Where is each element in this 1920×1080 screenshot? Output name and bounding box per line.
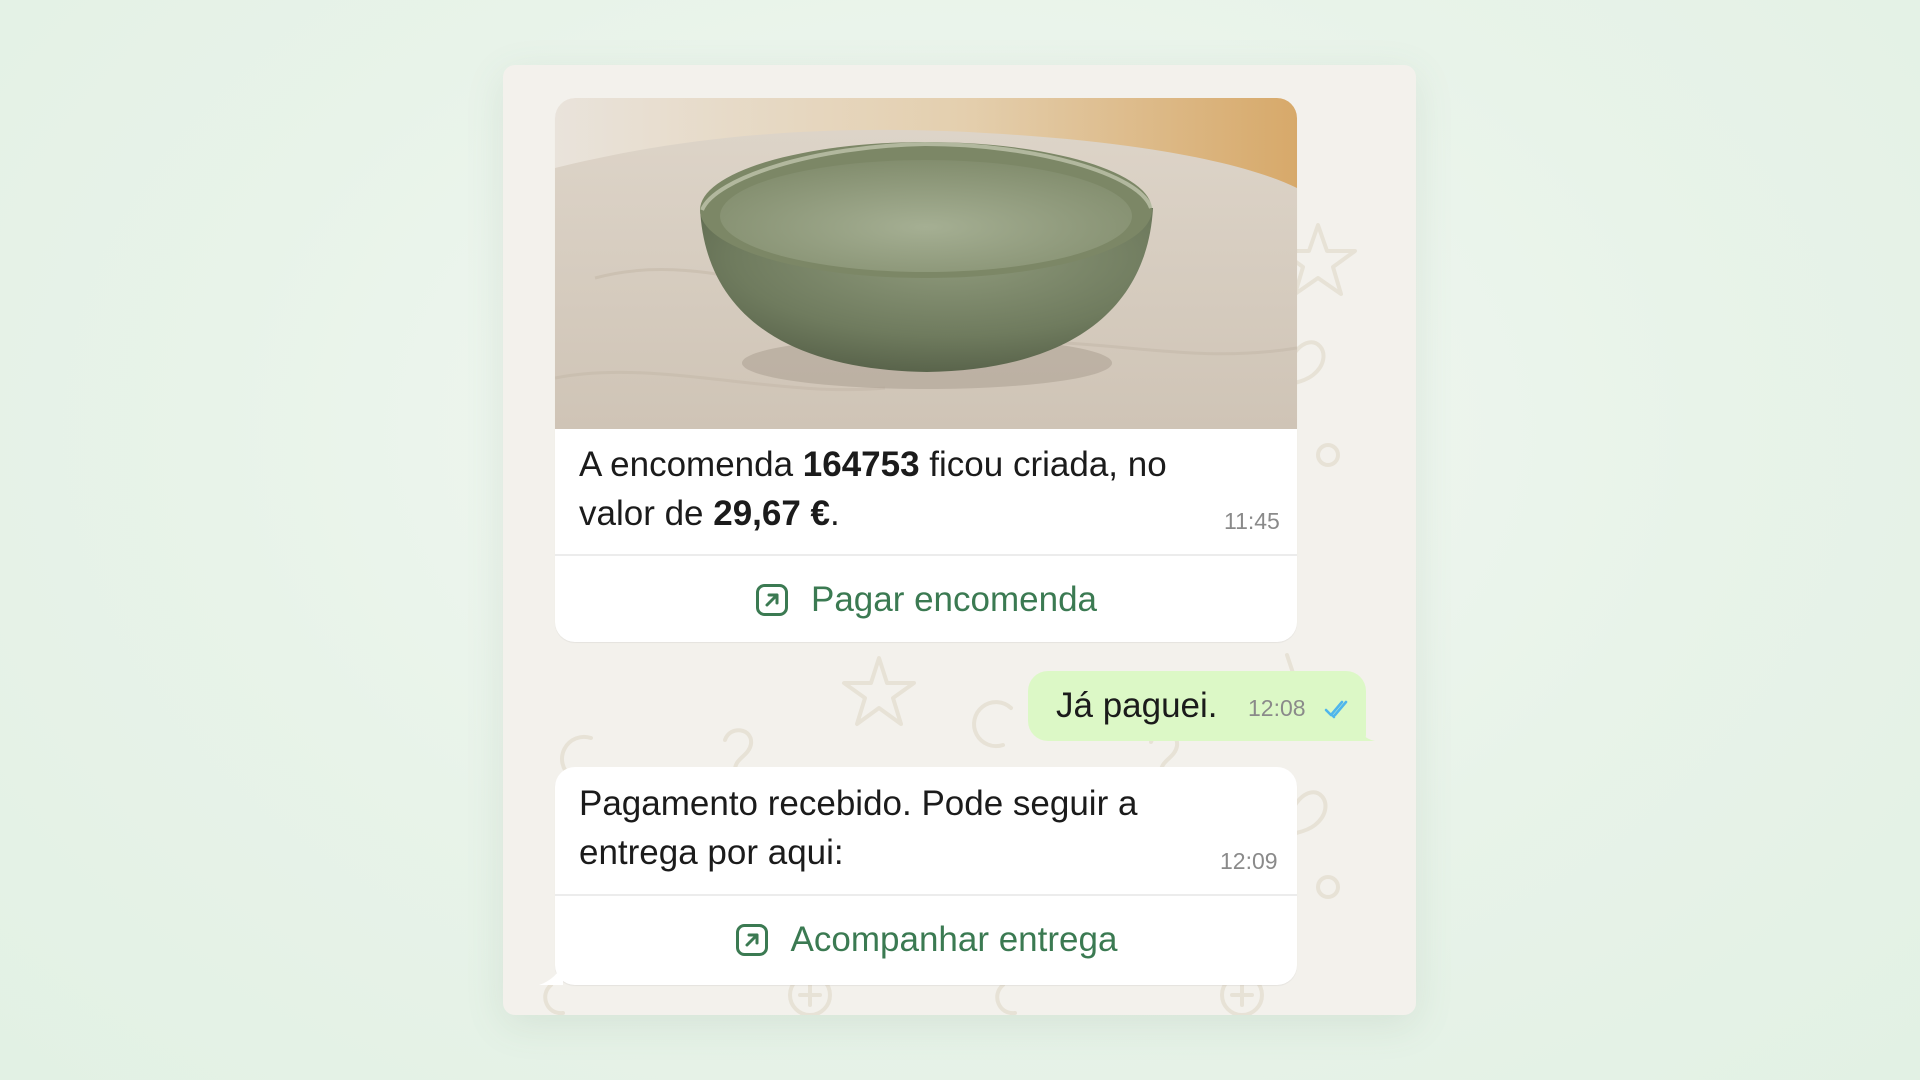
pay-order-button[interactable]: Pagar encomenda: [555, 556, 1297, 642]
external-link-icon: [755, 584, 788, 616]
double-check-icon: [1324, 700, 1348, 719]
outgoing-message-paid: Já paguei. 12:08: [1028, 671, 1366, 741]
order-number: 164753: [802, 445, 920, 484]
order-message-text: A encomenda 164753 ficou criada, no valo…: [579, 445, 1167, 533]
bubble-tail: [1353, 721, 1375, 741]
order-amount: 29,67 €: [713, 494, 831, 533]
bubble-tail: [539, 963, 563, 985]
payment-message-text: Pagamento recebido. Pode seguir a entreg…: [579, 784, 1138, 872]
product-photo-bowl: [555, 98, 1297, 429]
track-delivery-button[interactable]: Acompanhar entrega: [555, 896, 1297, 984]
message-timestamp: 12:09: [1220, 848, 1278, 874]
message-timestamp: 11:45: [1224, 508, 1280, 534]
track-delivery-label: Acompanhar entrega: [790, 920, 1118, 959]
message-timestamp: 12:08: [1248, 695, 1306, 721]
chat-panel: A encomenda 164753 ficou criada, no valo…: [503, 65, 1416, 1015]
incoming-message-payment-received: Pagamento recebido. Pode seguir a entreg…: [555, 767, 1297, 985]
pay-order-label: Pagar encomenda: [810, 580, 1098, 619]
incoming-message-order: A encomenda 164753 ficou criada, no valo…: [555, 98, 1297, 642]
external-link-icon: [735, 924, 768, 956]
outgoing-message-text: Já paguei.: [1056, 686, 1218, 725]
